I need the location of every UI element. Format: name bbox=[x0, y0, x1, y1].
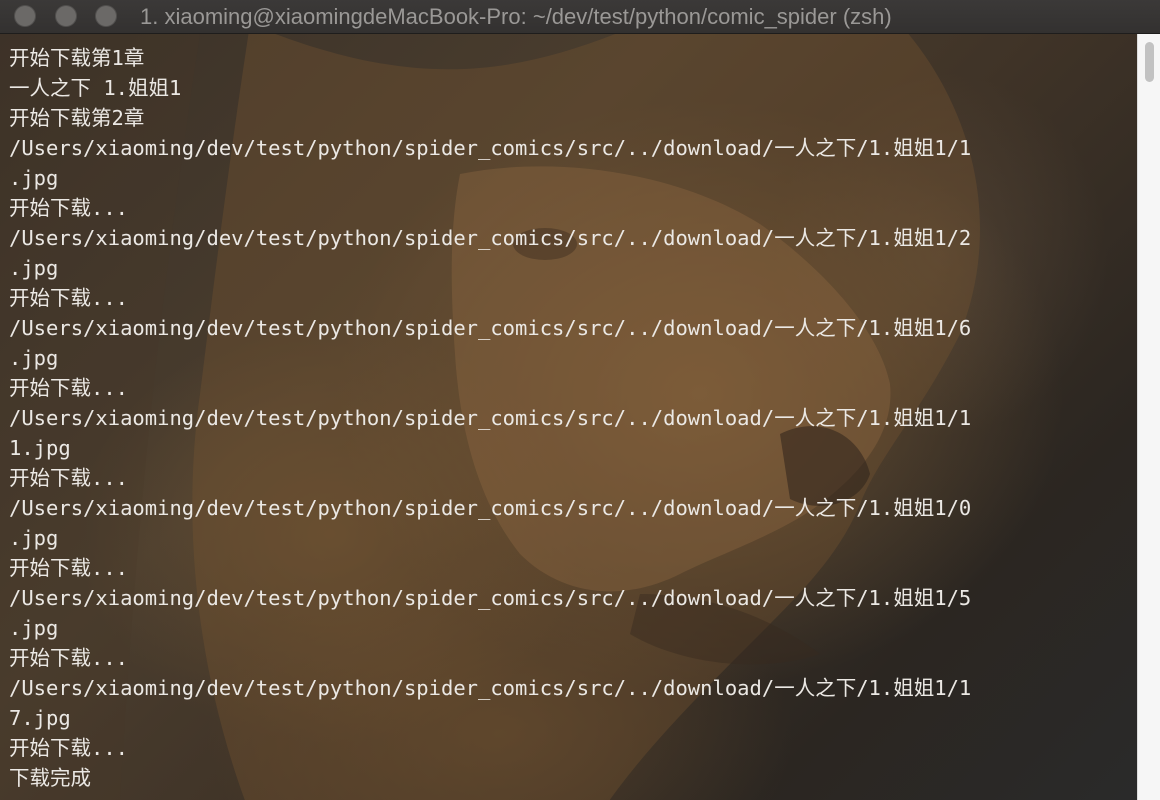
terminal-line: .jpg bbox=[9, 616, 59, 640]
terminal-line: 开始下载... bbox=[9, 286, 129, 310]
terminal-line: 开始下载第2章 bbox=[9, 106, 145, 130]
terminal-line: 开始下载第1章 bbox=[9, 46, 145, 70]
title-bar[interactable]: 1. xiaoming@xiaomingdeMacBook-Pro: ~/dev… bbox=[0, 0, 1160, 34]
terminal-text: 开始下载第1章一人之下 1.姐姐1 开始下载第2章/Users/xiaoming/… bbox=[9, 43, 971, 793]
terminal-line: /Users/xiaoming/dev/test/python/spider_c… bbox=[9, 136, 972, 160]
terminal-line: /Users/xiaoming/dev/test/python/spider_c… bbox=[9, 586, 972, 610]
terminal-line: .jpg bbox=[9, 166, 59, 190]
terminal-line: 开始下载... bbox=[9, 646, 129, 670]
terminal-line: /Users/xiaoming/dev/test/python/spider_c… bbox=[9, 316, 972, 340]
zoom-button[interactable] bbox=[95, 5, 117, 27]
close-button[interactable] bbox=[14, 5, 36, 27]
terminal-line: .jpg bbox=[9, 256, 59, 280]
terminal-line: 开始下载... bbox=[9, 556, 129, 580]
terminal-line: .jpg bbox=[9, 526, 59, 550]
scrollbar-thumb[interactable] bbox=[1145, 42, 1154, 82]
terminal-line: 开始下载... bbox=[9, 376, 129, 400]
terminal-line: 开始下载... bbox=[9, 736, 129, 760]
terminal-line: /Users/xiaoming/dev/test/python/spider_c… bbox=[9, 676, 972, 700]
terminal-line: 下载完成 bbox=[9, 766, 91, 790]
minimize-button[interactable] bbox=[55, 5, 77, 27]
terminal-line: 开始下载... bbox=[9, 196, 129, 220]
terminal-line: 一人之下 1.姐姐1 bbox=[9, 76, 182, 100]
vertical-scrollbar[interactable] bbox=[1137, 34, 1160, 800]
terminal-line: 1.jpg bbox=[9, 436, 71, 460]
terminal-line: 开始下载... bbox=[9, 466, 129, 490]
window-title: 1. xiaoming@xiaomingdeMacBook-Pro: ~/dev… bbox=[140, 4, 892, 29]
terminal-line: 7.jpg bbox=[9, 706, 71, 730]
terminal-line: /Users/xiaoming/dev/test/python/spider_c… bbox=[9, 406, 972, 430]
terminal-line: /Users/xiaoming/dev/test/python/spider_c… bbox=[9, 496, 972, 520]
terminal-line: /Users/xiaoming/dev/test/python/spider_c… bbox=[9, 226, 972, 250]
terminal-line: .jpg bbox=[9, 346, 59, 370]
terminal-output-area[interactable]: 开始下载第1章一人之下 1.姐姐1 开始下载第2章/Users/xiaoming/… bbox=[0, 34, 1137, 800]
terminal-window: 1. xiaoming@xiaomingdeMacBook-Pro: ~/dev… bbox=[0, 0, 1160, 800]
